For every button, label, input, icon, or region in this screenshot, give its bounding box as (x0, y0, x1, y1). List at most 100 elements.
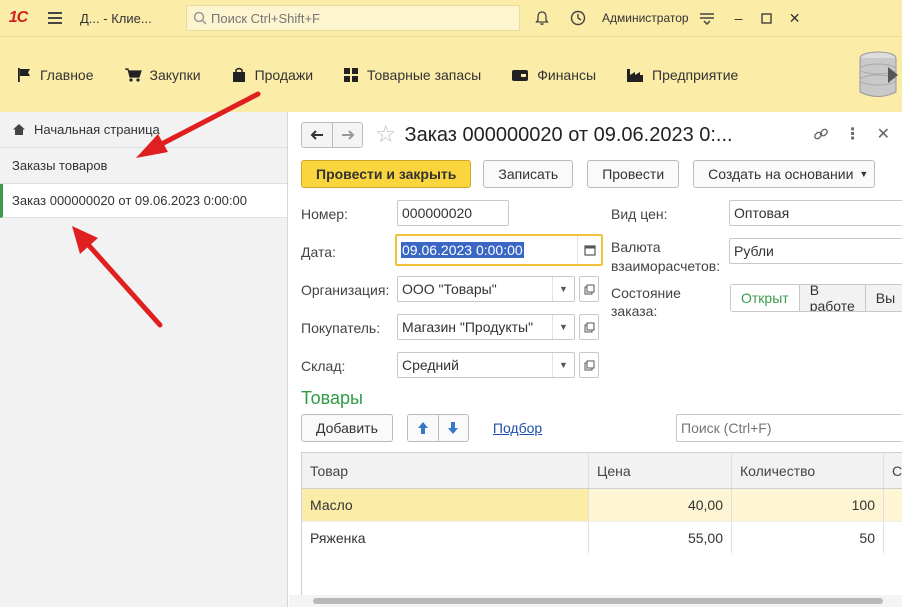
open-organization-icon[interactable] (579, 276, 599, 302)
column-header-price[interactable]: Цена (589, 453, 732, 488)
price-type-field[interactable]: Оптовая (729, 200, 902, 226)
menu-icon[interactable] (42, 0, 68, 36)
scrollbar-thumb[interactable] (313, 598, 883, 604)
horizontal-scrollbar[interactable] (289, 595, 902, 607)
forward-button[interactable] (332, 123, 362, 147)
state-done-option[interactable]: Вы (864, 285, 902, 311)
section-main[interactable]: Главное (16, 67, 94, 83)
date-field[interactable]: 09.06.2023 0:00:00 (395, 234, 603, 266)
document-toolbar: Провести и закрыть Записать Провести Соз… (301, 160, 876, 188)
section-label: Предприятие (652, 66, 739, 83)
section-label: Закупки (149, 66, 201, 83)
state-label-2: заказа: (611, 303, 658, 319)
dropdown-icon[interactable]: ▼ (552, 353, 574, 377)
cell-item[interactable]: Масло (302, 489, 589, 521)
number-field[interactable]: 000000020 (397, 200, 509, 226)
back-button[interactable] (302, 123, 332, 147)
factory-icon (627, 68, 644, 82)
buyer-value: Магазин "Продукты" (402, 319, 534, 335)
more-icon[interactable]: ⋮ (845, 124, 861, 144)
currency-label-1: Валюта (611, 239, 661, 255)
open-warehouse-icon[interactable] (579, 352, 599, 378)
cart-icon (124, 67, 142, 82)
app-logo[interactable]: 1С (0, 0, 36, 36)
close-window-icon[interactable]: ✕ (781, 0, 809, 36)
buyer-field[interactable]: Магазин "Продукты" ▼ (397, 314, 575, 340)
column-header-item[interactable]: Товар (302, 453, 589, 488)
price-type-label: Вид цен: (611, 206, 668, 222)
warehouse-label: Склад: (301, 358, 346, 374)
calendar-icon[interactable] (577, 236, 601, 264)
section-enterprise[interactable]: Предприятие (626, 67, 738, 83)
minimize-icon[interactable]: – (725, 0, 753, 36)
table-row[interactable]: Ряженка 55,00 50 (302, 521, 902, 553)
table-row[interactable]: Масло 40,00 100 (302, 489, 902, 521)
global-search[interactable] (186, 5, 520, 31)
dropdown-icon[interactable]: ▼ (552, 315, 574, 339)
arrow-up-icon (417, 422, 428, 434)
post-button[interactable]: Провести (587, 160, 680, 188)
goods-search-input[interactable] (676, 414, 902, 442)
warehouse-field[interactable]: Средний ▼ (397, 352, 575, 378)
cell-sum[interactable] (884, 522, 902, 553)
open-buyer-icon[interactable] (579, 314, 599, 340)
app-title: Д... - Клие... (80, 10, 152, 26)
organization-field[interactable]: ООО "Товары" ▼ (397, 276, 575, 302)
post-and-close-button[interactable]: Провести и закрыть (301, 160, 472, 188)
maximize-icon[interactable] (753, 0, 781, 36)
cell-quantity[interactable]: 50 (732, 522, 884, 553)
organization-label: Организация: (301, 282, 390, 298)
history-icon[interactable] (560, 0, 596, 36)
dropdown-icon[interactable]: ▼ (552, 277, 574, 301)
save-button[interactable]: Записать (483, 160, 574, 188)
global-search-input[interactable] (211, 10, 501, 26)
top-bar: 1С Д... - Клие... Администратор – ✕ (0, 0, 902, 36)
currency-field[interactable]: Рубли (729, 238, 902, 264)
column-header-sum[interactable]: С (884, 453, 902, 488)
arrow-right-icon (341, 130, 354, 140)
pick-link[interactable]: Подбор (493, 420, 542, 436)
cell-price[interactable]: 55,00 (589, 522, 732, 553)
state-open-option[interactable]: Открыт (731, 285, 799, 311)
section-label: Товарные запасы (367, 66, 482, 83)
document-header: ☆ Заказ 000000020 от 09.06.2023 0:... (301, 122, 733, 148)
flag-icon (18, 67, 30, 82)
orders-list-link[interactable]: Заказы товаров (0, 148, 287, 184)
cell-item[interactable]: Ряженка (302, 522, 589, 553)
section-purchases[interactable]: Закупки (124, 67, 201, 83)
home-page-label: Начальная страница (34, 122, 160, 137)
section-stock[interactable]: Товарные запасы (343, 67, 481, 83)
database-icon[interactable] (854, 49, 902, 101)
user-name[interactable]: Администратор (602, 11, 689, 25)
move-up-button[interactable] (407, 415, 438, 441)
favorite-star-icon[interactable]: ☆ (375, 123, 397, 147)
bell-icon[interactable] (524, 0, 560, 36)
arrow-down-icon (448, 422, 459, 434)
document-form: ☆ Заказ 000000020 от 09.06.2023 0:... ⋮ … (289, 112, 902, 607)
buyer-label: Покупатель: (301, 320, 381, 336)
wallet-icon (512, 69, 529, 81)
column-header-quantity[interactable]: Количество (732, 453, 884, 488)
currency-label-2: взаиморасчетов: (611, 258, 721, 274)
cell-quantity[interactable]: 100 (732, 489, 884, 521)
cell-sum[interactable] (884, 489, 902, 521)
settings-menu-icon[interactable] (689, 0, 725, 36)
close-icon[interactable]: ✕ (877, 124, 890, 144)
nav-buttons (301, 122, 363, 148)
link-icon[interactable] (813, 126, 829, 142)
create-based-on-button[interactable]: Создать на основании ▼ (693, 160, 876, 188)
grid-icon (344, 67, 359, 82)
state-in-progress-option[interactable]: В работе (798, 285, 865, 311)
open-document-link[interactable]: Заказ 000000020 от 09.06.2023 0:00:00 (0, 184, 287, 218)
home-page-link[interactable]: Начальная страница (0, 112, 287, 148)
section-finance[interactable]: Финансы (511, 67, 596, 83)
add-row-button[interactable]: Добавить (301, 414, 393, 442)
move-down-button[interactable] (437, 415, 468, 441)
search-icon (193, 11, 207, 25)
cell-price[interactable]: 40,00 (589, 489, 732, 521)
organization-value: ООО "Товары" (402, 281, 497, 297)
section-sales[interactable]: Продажи (231, 67, 313, 83)
goods-section-title: Товары (301, 388, 363, 408)
bag-icon (232, 67, 245, 82)
section-label: Главное (40, 66, 94, 83)
